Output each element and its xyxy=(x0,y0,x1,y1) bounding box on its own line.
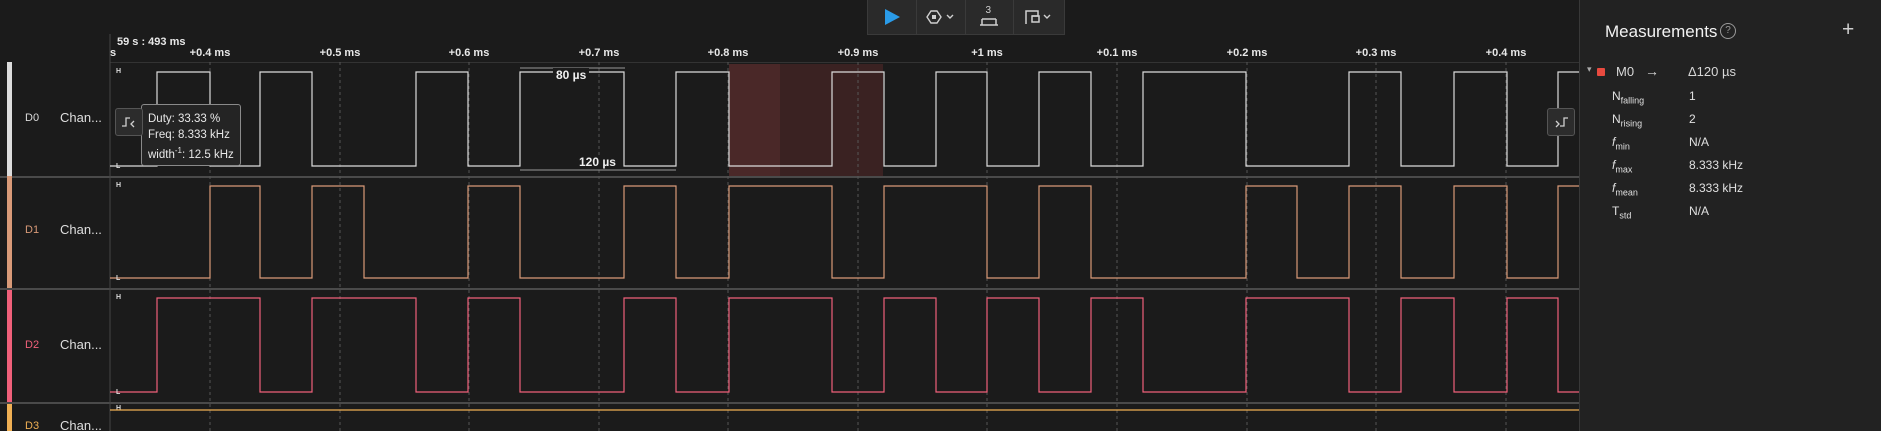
ruler-tick-label: +0.6 ms xyxy=(449,47,490,59)
ruler-tick-label: +0.7 ms xyxy=(579,47,620,59)
stat-name: fmin xyxy=(1612,135,1630,152)
ruler-tick-label: +1 ms xyxy=(971,47,1003,59)
measure-label-80us: 80 µs xyxy=(553,68,590,82)
next-edge-button[interactable] xyxy=(1547,108,1575,136)
high-level-label: H xyxy=(116,294,121,301)
measurement-tooltip: Duty: 33.33 % Freq: 8.333 kHz width-1: 1… xyxy=(141,104,241,166)
measurements-panel: Measurements ? + ▾ M0 → Δ120 µs Nfalling… xyxy=(1579,0,1881,431)
panel-title: Measurements xyxy=(1605,22,1718,41)
layout-icon xyxy=(1025,10,1051,24)
arrow-right-icon: → xyxy=(1645,63,1659,79)
stat-name: Nrising xyxy=(1612,112,1643,129)
stat-value: 2 xyxy=(1689,112,1696,126)
high-level-label: H xyxy=(116,68,121,75)
d2-waveform xyxy=(110,297,1579,393)
low-level-label: L xyxy=(116,163,121,170)
layout-menu-button[interactable] xyxy=(1014,0,1064,34)
stat-name: Tstd xyxy=(1612,204,1632,221)
measure-label-120us: 120 µs xyxy=(576,155,619,169)
marker-name: M0 xyxy=(1616,64,1635,79)
marker-delta: Δ120 µs xyxy=(1688,64,1736,79)
low-level-label: L xyxy=(116,389,121,396)
ruler-tick-label: +0.3 ms xyxy=(1356,47,1397,59)
high-level-label: H xyxy=(116,182,121,189)
add-measurement-button[interactable]: + xyxy=(1842,18,1854,42)
capture-toolbar: 3 xyxy=(867,0,1065,35)
marker-color-swatch xyxy=(1597,68,1605,76)
trigger-icon xyxy=(925,10,954,24)
tooltip-freq: Freq: 8.333 kHz xyxy=(148,129,230,141)
ruler-tick-label: +0.9 ms xyxy=(838,47,879,59)
start-capture-button[interactable] xyxy=(868,0,917,34)
stat-value: N/A xyxy=(1689,135,1710,149)
tooltip-duty: Duty: 33.33 % xyxy=(148,113,221,125)
ruler-tick-label: +0.8 ms xyxy=(708,47,749,59)
low-level-label: L xyxy=(116,275,121,282)
ruler-tick-label: s xyxy=(110,47,116,59)
previous-edge-button[interactable] xyxy=(115,108,143,136)
prev-edge-icon xyxy=(122,117,135,128)
stat-value: 8.333 kHz xyxy=(1689,181,1744,195)
stat-value: N/A xyxy=(1689,204,1710,218)
stat-name: Nfalling xyxy=(1612,89,1645,106)
waveform-area[interactable]: 59 s : 493 ms D0 Chan... D1 Chan... D2 C… xyxy=(0,34,1579,431)
capture-count-button[interactable]: 3 xyxy=(966,0,1015,34)
measurement-m0-row[interactable]: ▾ M0 → Δ120 µs xyxy=(1587,63,1877,82)
ruler-tick-label: +0.4 ms xyxy=(1486,47,1527,59)
tooltip-width: width-1: 12.5 kHz xyxy=(148,146,234,161)
d1-waveform xyxy=(110,185,1579,279)
collapse-chevron-icon[interactable]: ▾ xyxy=(1587,64,1592,75)
trigger-menu-button[interactable] xyxy=(917,0,966,34)
ruler-tick-label: +0.5 ms xyxy=(320,47,361,59)
play-icon xyxy=(884,9,900,25)
next-edge-icon xyxy=(1555,117,1568,128)
measurement-highlight-pulse xyxy=(729,64,780,176)
ruler-tick-label: +0.2 ms xyxy=(1227,47,1268,59)
ruler-tick-label: +0.1 ms xyxy=(1097,47,1138,59)
stat-value: 8.333 kHz xyxy=(1689,158,1744,172)
high-level-label: H xyxy=(116,405,121,412)
stat-value: 1 xyxy=(1689,89,1696,103)
stat-name: fmean xyxy=(1612,181,1638,198)
help-icon[interactable]: ? xyxy=(1720,23,1736,39)
ruler-tick-label: +0.4 ms xyxy=(190,47,231,59)
waveform-canvas[interactable]: s +0.4 ms +0.5 ms +0.6 ms +0.7 ms +0.8 ms +0.9… xyxy=(0,34,1579,431)
capture-count: 3 xyxy=(985,5,992,16)
logic-analyzer-app: 3 59 s : 493 ms D0 Chan... D1 Chan... D2 xyxy=(0,0,1881,431)
stat-name: fmax xyxy=(1612,158,1633,175)
